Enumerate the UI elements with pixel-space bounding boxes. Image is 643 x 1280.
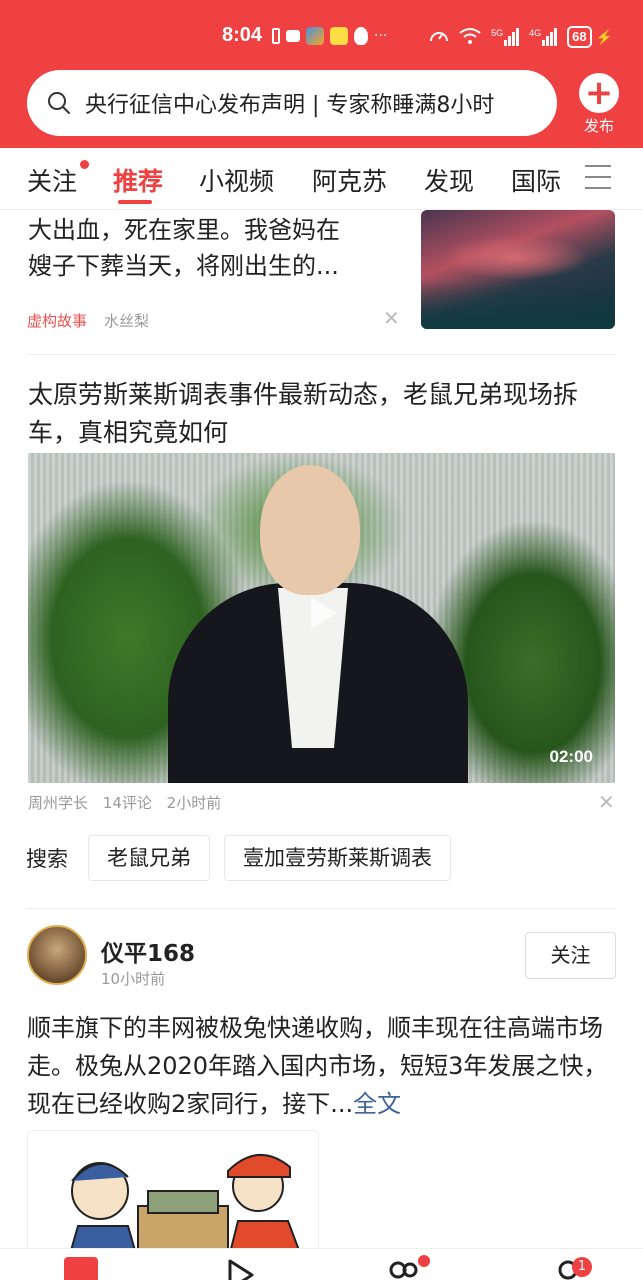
friends-dot	[418, 1255, 430, 1267]
article1-line-2: 嫂子下葬当天，将刚出生的...	[28, 252, 339, 280]
post-text[interactable]: 顺丰旗下的丰网被极兔快递收购，顺丰现在往高端市场走。极兔从2020年踏入国内市场…	[27, 1009, 617, 1123]
search-input[interactable]: 央行征信中心发布声明 | 专家称睡满8小时	[27, 70, 557, 136]
publish-button[interactable]: + 发布	[578, 73, 620, 136]
system-icons: 5G 4G 68 ⚡	[429, 26, 613, 48]
network-label-4g: 4G	[529, 28, 542, 38]
status-time: 8:04	[222, 24, 263, 46]
charging-icon: ⚡	[595, 28, 613, 45]
follow-button[interactable]: 关注	[525, 932, 616, 979]
app-icon	[306, 27, 324, 45]
home-icon[interactable]	[64, 1257, 98, 1280]
post-image[interactable]	[27, 1130, 319, 1260]
message-icon	[286, 30, 300, 42]
article1-source: 水丝梨	[104, 312, 150, 330]
video-person-head	[260, 465, 360, 595]
weibo-icon	[330, 27, 348, 45]
related-search-label: 搜索	[26, 847, 68, 871]
article2-comments: 14评论	[102, 794, 152, 812]
friends-icon[interactable]	[385, 1257, 421, 1280]
video-duration: 02:00	[549, 747, 593, 766]
signal-4g-icon: 4G	[529, 28, 558, 46]
post-author[interactable]: 仪平168	[101, 934, 195, 968]
article1-text[interactable]: 大出血，死在家里。我爸妈在 嫂子下葬当天，将刚出生的...	[28, 198, 398, 284]
article1-thumbnail[interactable]	[421, 210, 615, 329]
avatar[interactable]	[27, 925, 87, 985]
signal-5g-icon: 5G	[491, 28, 520, 46]
search-icon	[48, 92, 70, 114]
speed-icon	[429, 27, 449, 48]
article2-time: 2小时前	[166, 794, 222, 812]
publish-label: 发布	[583, 117, 614, 135]
post-time: 10小时前	[101, 970, 166, 988]
bottom-nav: 1	[0, 1248, 643, 1280]
close-icon[interactable]: ✕	[383, 308, 400, 328]
related-search: 搜索 老鼠兄弟 壹加壹劳斯莱斯调表	[26, 835, 465, 881]
play-icon[interactable]	[301, 593, 341, 633]
video-player[interactable]: 02:00	[28, 453, 615, 783]
tab-international[interactable]: 国际	[511, 162, 561, 198]
tab-discover[interactable]: 发现	[424, 162, 474, 198]
post-body: 顺丰旗下的丰网被极兔快递收购，顺丰现在往高端市场走。极兔从2020年踏入国内市场…	[27, 1014, 608, 1118]
article1-tag: 虚构故事	[27, 312, 88, 330]
article2-title[interactable]: 太原劳斯莱斯调表事件最新动态，老鼠兄弟现场拆车，真相究竟如何	[28, 376, 618, 452]
tab-aksu[interactable]: 阿克苏	[312, 162, 387, 198]
channel-menu-icon[interactable]	[585, 165, 611, 191]
notification-icons: ···	[272, 27, 387, 45]
profile-badge: 1	[572, 1257, 592, 1277]
wifi-icon	[459, 27, 481, 48]
status-bar: 8:04 ··· 5G 4G 68 ⚡	[0, 22, 643, 54]
close-icon[interactable]: ✕	[598, 792, 615, 812]
qq-icon	[354, 27, 368, 45]
divider	[27, 354, 616, 355]
battery-saver-icon	[272, 28, 280, 44]
divider	[27, 908, 616, 909]
article1-cut-line	[28, 198, 398, 212]
more-notifications-icon: ···	[374, 28, 388, 44]
search-query: 央行征信中心发布声明 | 专家称睡满8小时	[85, 93, 495, 118]
article2-author: 周州学长	[28, 794, 89, 812]
tab-follow-dot	[80, 160, 89, 169]
search-chip[interactable]: 壹加壹劳斯莱斯调表	[224, 835, 451, 881]
tab-recommend[interactable]: 推荐	[113, 162, 163, 198]
article1-line-1: 大出血，死在家里。我爸妈在	[28, 216, 340, 244]
battery-indicator: 68	[567, 26, 592, 48]
top-header: 8:04 ··· 5G 4G 68 ⚡ 央行征信中心发布声明 | 专家称睡满8小…	[0, 0, 643, 148]
video-tab-icon[interactable]	[222, 1257, 258, 1280]
full-text-link[interactable]: 全文	[353, 1090, 401, 1118]
plus-icon: +	[579, 73, 619, 113]
cartoon-illustration	[67, 1153, 304, 1259]
network-label-5g: 5G	[491, 28, 504, 38]
tab-follow[interactable]: 关注	[27, 162, 77, 198]
article2-meta: 周州学长 14评论 2小时前	[28, 792, 231, 813]
search-chip[interactable]: 老鼠兄弟	[88, 835, 210, 881]
tab-short-video[interactable]: 小视频	[199, 162, 274, 198]
